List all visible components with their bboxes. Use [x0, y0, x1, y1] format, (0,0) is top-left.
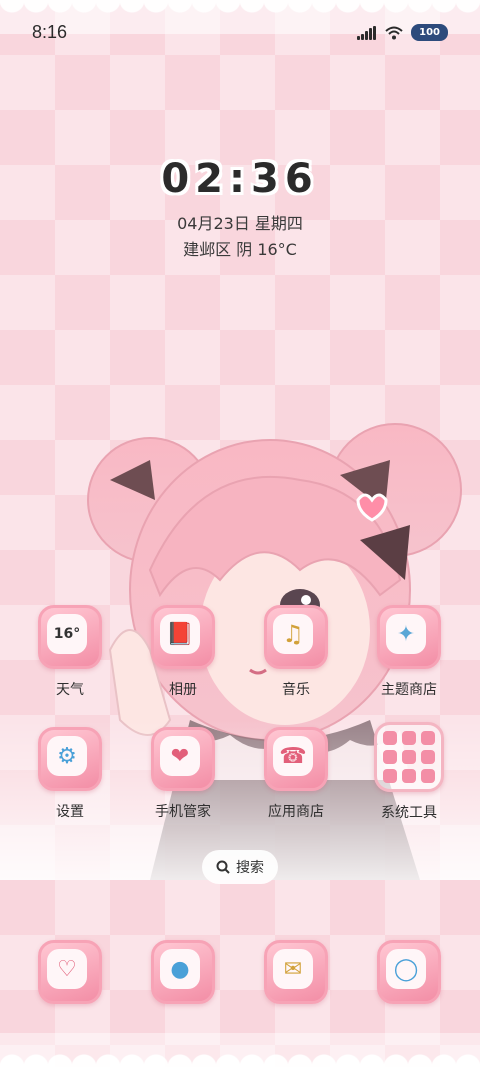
dock-phone[interactable]: ♡ [20, 940, 120, 1004]
app-label: 音乐 [282, 682, 310, 698]
system-tools-folder-icon [374, 722, 444, 792]
app-system-tools-folder[interactable]: 系统工具 [359, 722, 459, 822]
app-label: 相册 [169, 682, 197, 698]
app-theme-store[interactable]: ✦ 主题商店 [359, 605, 459, 699]
app-phone-manager[interactable]: ❤ 手机管家 [133, 727, 233, 821]
app-label: 应用商店 [268, 804, 324, 820]
search-button[interactable]: 搜索 [202, 850, 278, 884]
theme-store-icon: ✦ [377, 605, 441, 669]
wifi-icon [385, 26, 403, 39]
status-bar: 8:16 100 [0, 0, 480, 66]
clock-date: 04月23日 星期四 [177, 214, 303, 233]
app-label: 主题商店 [381, 682, 437, 698]
dock-browser[interactable]: ● [133, 940, 233, 1004]
app-label: 天气 [56, 682, 84, 698]
dock-messages[interactable]: ✉ [246, 940, 346, 1004]
app-label: 设置 [56, 804, 84, 820]
phone-manager-icon: ❤ [151, 727, 215, 791]
messages-dock-icon: ✉ [264, 940, 328, 1004]
dock-camera[interactable]: ◯ [359, 940, 459, 1004]
app-store-icon: ☎ [264, 727, 328, 791]
app-gallery[interactable]: 📕 相册 [133, 605, 233, 699]
status-icons: 100 [357, 24, 448, 41]
search-label: 搜索 [236, 860, 264, 876]
lace-bottom-decoration [0, 1033, 480, 1067]
browser-dock-icon: ● [151, 940, 215, 1004]
app-store[interactable]: ☎ 应用商店 [246, 727, 346, 821]
phone-dock-icon: ♡ [38, 940, 102, 1004]
settings-icon: ⚙ [38, 727, 102, 791]
status-time: 8:16 [32, 22, 68, 42]
battery-icon: 100 [411, 24, 448, 41]
music-icon: ♫ [264, 605, 328, 669]
app-music[interactable]: ♫ 音乐 [246, 605, 346, 699]
clock-widget[interactable]: 02:36 [0, 156, 480, 202]
gallery-icon: 📕 [151, 605, 215, 669]
weather-icon: 16° [38, 605, 102, 669]
app-label: 手机管家 [155, 804, 211, 820]
signal-icon [357, 25, 377, 40]
search-icon [216, 860, 230, 874]
weather-temp-badge: 16° [47, 614, 87, 654]
camera-dock-icon: ◯ [377, 940, 441, 1004]
app-settings[interactable]: ⚙ 设置 [20, 727, 120, 821]
app-label: 系统工具 [381, 805, 437, 821]
clock-weather: 建邺区 阴 16°C [183, 240, 297, 259]
clock-time: 02:36 [161, 156, 319, 202]
app-weather[interactable]: 16° 天气 [20, 605, 120, 699]
